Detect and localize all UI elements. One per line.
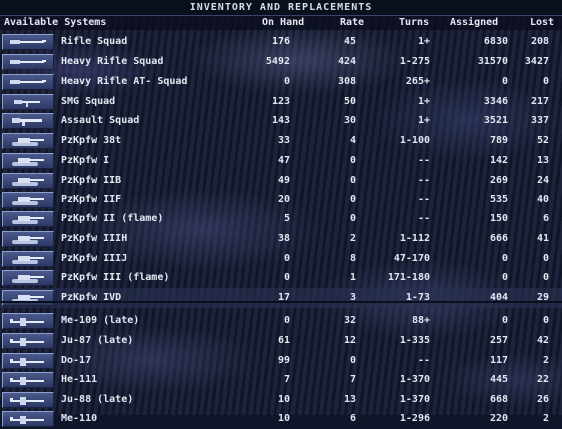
inventory-row[interactable]: He-111 7 7 1-370 445 22	[0, 370, 562, 390]
header-available-systems: Available Systems	[4, 17, 107, 28]
lost-value: 13	[536, 155, 549, 166]
inventory-row[interactable]: PzKpfw I 47 0 -- 142 13	[0, 151, 562, 171]
lost-value: 40	[536, 194, 549, 205]
window-title: INVENTORY AND REPLACEMENTS	[0, 0, 562, 16]
section-divider	[0, 301, 562, 303]
lost-value: 0	[542, 272, 549, 283]
column-header-row: Available Systems On Hand Rate Turns Ass…	[0, 16, 562, 30]
lost-value: 22	[536, 374, 549, 385]
header-rate: Rate	[340, 17, 365, 28]
inventory-row[interactable]: PzKpfw IIB 49 0 -- 269 24	[0, 171, 562, 191]
header-turns: Turns	[399, 17, 430, 28]
lost-value: 2	[542, 355, 549, 366]
lost-value: 41	[536, 233, 549, 244]
inventory-row[interactable]: SMG Squad 123 50 1+ 3346 217	[0, 92, 562, 112]
lost-value: 337	[530, 115, 549, 126]
lost-value: 0	[542, 253, 549, 264]
inventory-row[interactable]: Ju-87 (late) 61 12 1-335 257 42	[0, 331, 562, 351]
inventory-row[interactable]: PzKpfw IIF 20 0 -- 535 40	[0, 190, 562, 210]
lost-value: 6	[542, 213, 549, 224]
inventory-row[interactable]: PzKpfw III (flame) 0 1 171-180 0 0	[0, 268, 562, 288]
inventory-row[interactable]: PzKpfw 38t 33 4 1-100 789 52	[0, 131, 562, 151]
lost-value: 0	[542, 315, 549, 326]
lost-value: 52	[536, 135, 549, 146]
lost-value: 26	[536, 394, 549, 405]
inventory-row[interactable]: Assault Squad 143 30 1+ 3521 337	[0, 111, 562, 131]
inventory-row[interactable]: Ju-88 (late) 10 13 1-370 668 26	[0, 390, 562, 410]
lost-value: 29	[536, 292, 549, 303]
lost-value: 42	[536, 335, 549, 346]
inventory-row[interactable]: Rifle Squad 176 45 1+ 6830 208	[0, 32, 562, 52]
inventory-row[interactable]: Heavy Rifle AT- Squad 0 308 265+ 0 0	[0, 72, 562, 92]
header-lost: Lost	[530, 17, 555, 28]
inventory-row[interactable]: Do-17 99 0 -- 117 2	[0, 351, 562, 371]
lost-value: 2	[542, 413, 549, 424]
inventory-row[interactable]: PzKpfw II (flame) 5 0 -- 150 6	[0, 209, 562, 229]
lost-value: 217	[530, 96, 549, 107]
lost-value: 3427	[524, 56, 549, 67]
inventory-row[interactable]: PzKpfw IIIJ 0 8 47-170 0 0	[0, 249, 562, 269]
lost-value: 208	[530, 36, 549, 47]
lost-value: 24	[536, 175, 549, 186]
lost-value: 0	[542, 76, 549, 87]
inventory-row[interactable]: Heavy Rifle Squad 5492 424 1-275 31570 3427	[0, 52, 562, 72]
inventory-row[interactable]: Me-109 (late) 0 32 88+ 0 0	[0, 311, 562, 331]
header-on-hand: On Hand	[262, 17, 305, 28]
inventory-row[interactable]: PzKpfw IVD 17 3 1-73 404 29	[0, 288, 562, 308]
header-assigned: Assigned	[450, 17, 499, 28]
inventory-row[interactable]: Me-110 10 6 1-296 220 2	[0, 409, 562, 429]
inventory-row[interactable]: PzKpfw IIIH 38 2 1-112 666 41	[0, 229, 562, 249]
